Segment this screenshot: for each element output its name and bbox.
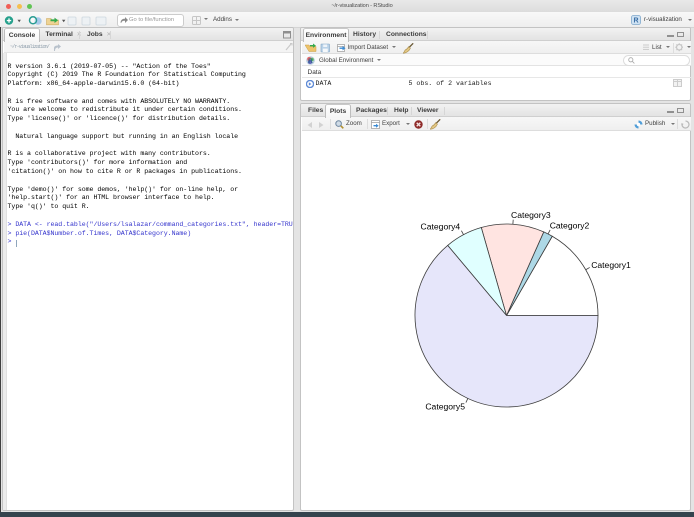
svg-text:R: R [308, 58, 313, 65]
svg-text:Category5: Category5 [425, 401, 465, 411]
svg-text:Category2: Category2 [550, 221, 590, 231]
svg-text:Category1: Category1 [591, 260, 631, 270]
svg-text:Category3: Category3 [511, 210, 551, 220]
svg-text:Category4: Category4 [421, 221, 461, 231]
svg-text:R: R [633, 17, 638, 24]
